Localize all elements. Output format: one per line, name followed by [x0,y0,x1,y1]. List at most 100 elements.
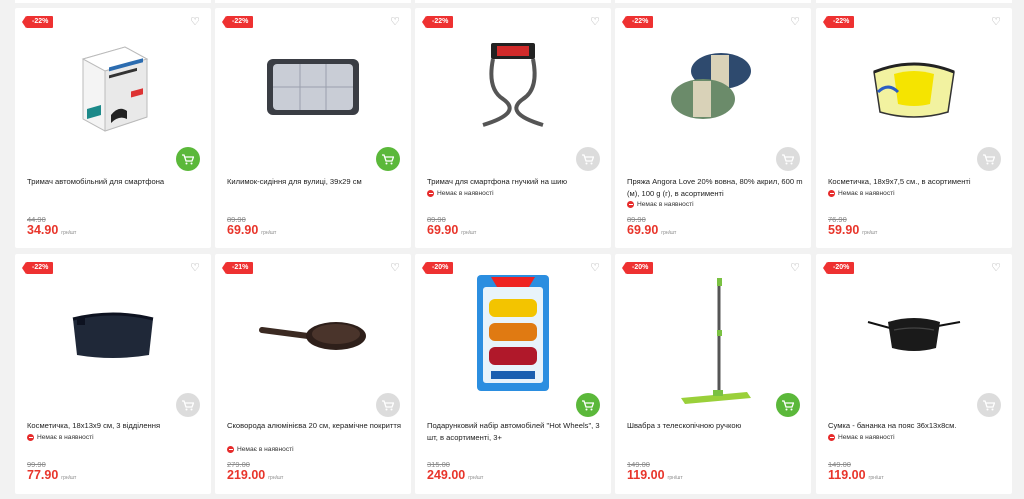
price-value: 69.90 [427,223,459,237]
product-card[interactable]: -22% ♡ Косметичка, 18х13х9 см, 3 відділе… [15,254,211,494]
stock-status: Немає в наявності [627,201,694,208]
out-of-stock-icon [427,190,434,197]
out-of-stock-icon [627,201,634,208]
stock-label: Немає в наявності [437,190,494,197]
product-card[interactable]: -20% ♡ Сумка - бананка на пояс 36х13х8см… [816,254,1012,494]
currency-label: грн/шт [468,475,484,481]
product-image[interactable] [255,32,371,142]
product-title[interactable]: Сковорода алюмінієва 20 см, керамічне по… [227,420,405,432]
product-card[interactable]: -22% ♡ Пряжа Angora Love 20% вовна, 80% … [615,8,811,248]
price: 59.90 грн/шт [828,223,877,237]
heart-icon[interactable]: ♡ [789,262,801,274]
discount-badge: -22% [21,262,54,274]
product-title[interactable]: Косметичка, 18х9х7,5 см., в асортименті [828,176,1006,188]
stock-status: Немає в наявності [27,434,94,441]
currency-label: грн/шт [61,475,77,481]
product-image[interactable] [255,278,371,388]
product-card-partial [415,0,611,3]
product-card[interactable]: -20% ♡ Подарунковий набір автомобілей "H… [415,254,611,494]
product-image[interactable] [470,275,556,391]
product-card-partial [15,0,211,3]
heart-icon[interactable]: ♡ [189,16,201,28]
discount-badge: -21% [221,262,254,274]
currency-label: грн/шт [61,230,77,236]
out-of-stock-icon [828,190,835,197]
out-of-stock-icon [828,434,835,441]
product-card[interactable]: -22% ♡ Тримач для смартфона гнучкий на ш… [415,8,611,248]
add-to-cart-button[interactable] [977,147,1001,171]
product-card[interactable]: -22% ♡ Косметичка, 18х9х7,5 см., в асорт… [816,8,1012,248]
product-image[interactable] [55,278,171,388]
product-title[interactable]: Косметичка, 18х13х9 см, 3 відділення [27,420,205,432]
price: 119.00 грн/шт [828,468,884,482]
stock-status: Немає в наявності [828,190,895,197]
product-image[interactable] [856,32,972,142]
price: 77.90 грн/шт [27,468,76,482]
product-title[interactable]: Тримач автомобільний для смартфона [27,176,205,188]
price: 249.00 грн/шт [427,468,483,482]
currency-label: грн/шт [261,230,277,236]
product-title[interactable]: Сумка - бананка на пояс 36х13х8см. [828,420,1006,432]
product-card[interactable]: -21% ♡ Сковорода алюмінієва 20 см, керам… [215,254,411,494]
currency-label: грн/шт [268,475,284,481]
product-title[interactable]: Подарунковий набір автомобілей "Hot Whee… [427,420,605,444]
currency-label: грн/шт [461,230,477,236]
price-value: 119.00 [627,468,665,482]
price-value: 34.90 [27,223,59,237]
add-to-cart-button[interactable] [576,147,600,171]
currency-label: грн/шт [661,230,677,236]
product-image[interactable] [655,276,771,408]
product-title[interactable]: Пряжа Angora Love 20% вовна, 80% акрил, … [627,176,805,200]
stock-label: Немає в наявності [237,446,294,453]
product-card[interactable]: -22% ♡ Килимок-сидіння для вулиці, 39х29… [215,8,411,248]
out-of-stock-icon [27,434,34,441]
discount-badge: -20% [822,262,855,274]
heart-icon[interactable]: ♡ [389,16,401,28]
product-image[interactable] [856,278,972,388]
stock-label: Немає в наявності [838,190,895,197]
price-value: 59.90 [828,223,860,237]
heart-icon[interactable]: ♡ [990,16,1002,28]
price-value: 69.90 [227,223,259,237]
price-value: 119.00 [828,468,866,482]
stock-label: Немає в наявності [37,434,94,441]
product-title[interactable]: Тримач для смартфона гнучкий на шию [427,176,605,188]
stock-status: Немає в наявності [427,190,494,197]
heart-icon[interactable]: ♡ [389,262,401,274]
heart-icon[interactable]: ♡ [990,262,1002,274]
product-title[interactable]: Швабра з телескопічною ручкою [627,420,805,432]
add-to-cart-button[interactable] [376,147,400,171]
heart-icon[interactable]: ♡ [789,16,801,28]
heart-icon[interactable]: ♡ [189,262,201,274]
add-to-cart-button[interactable] [977,393,1001,417]
add-to-cart-button[interactable] [376,393,400,417]
discount-badge: -20% [621,262,654,274]
price-value: 77.90 [27,468,59,482]
out-of-stock-icon [227,446,234,453]
price: 119.00 грн/шт [627,468,683,482]
product-title[interactable]: Килимок-сидіння для вулиці, 39х29 см [227,176,405,188]
price-value: 219.00 [227,468,266,482]
price-value: 69.90 [627,223,659,237]
add-to-cart-button[interactable] [176,147,200,171]
discount-badge: -22% [621,16,654,28]
heart-icon[interactable]: ♡ [589,262,601,274]
add-to-cart-button[interactable] [776,393,800,417]
product-image[interactable] [55,32,171,142]
discount-badge: -22% [822,16,855,28]
stock-label: Немає в наявності [637,201,694,208]
discount-badge: -22% [421,16,454,28]
heart-icon[interactable]: ♡ [589,16,601,28]
add-to-cart-button[interactable] [776,147,800,171]
currency-label: грн/шт [667,475,683,481]
product-card[interactable]: -20% ♡ Швабра з телескопічною ручкою 149… [615,254,811,494]
add-to-cart-button[interactable] [176,393,200,417]
add-to-cart-button[interactable] [576,393,600,417]
product-image[interactable] [655,32,771,142]
currency-label: грн/шт [862,230,878,236]
product-image[interactable] [455,32,571,142]
discount-badge: -22% [221,16,254,28]
price: 69.90 грн/шт [427,223,476,237]
price: 219.00 грн/шт [227,468,283,482]
product-card[interactable]: -22% ♡ Тримач автомобільний для смартфон… [15,8,211,248]
